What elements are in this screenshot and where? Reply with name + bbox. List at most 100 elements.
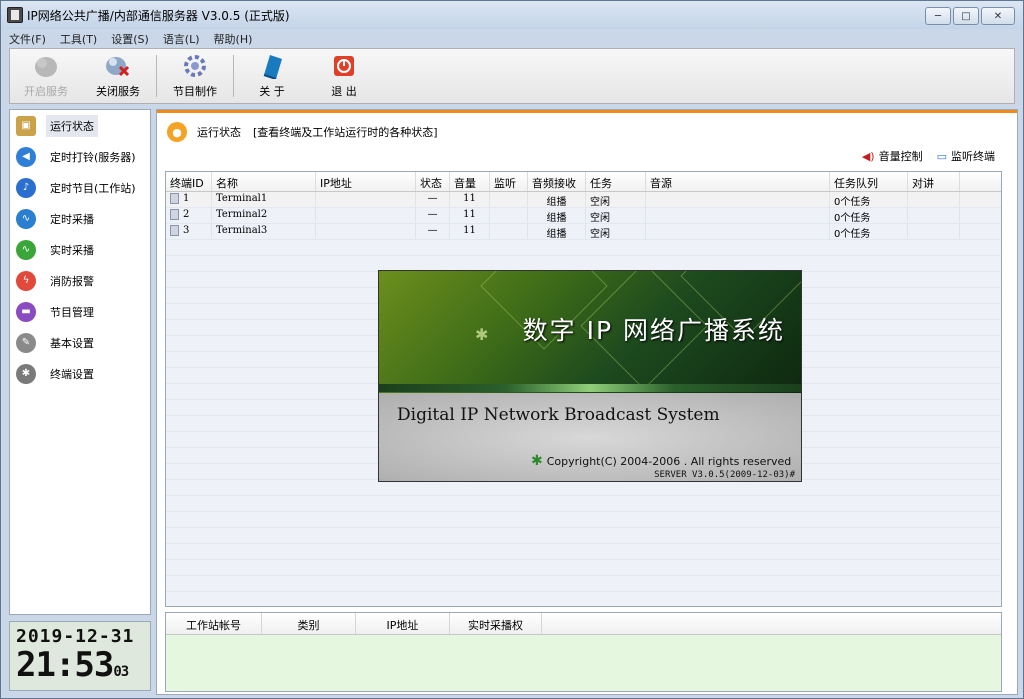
- menu-bar: 文件(F) 工具(T) 设置(S) 语言(L) 帮助(H): [9, 31, 1017, 47]
- col-workstation-account[interactable]: 工作站帐号: [166, 613, 262, 634]
- cell-ip: [316, 208, 416, 223]
- nav-label: 定时打铃(服务器): [50, 150, 136, 164]
- about-button[interactable]: 关 于: [236, 49, 308, 103]
- panel-header: ● 运行状态 [查看终端及工作站运行时的各种状态]: [167, 122, 438, 142]
- table-row[interactable]: 1 Terminal1 — 11 组播 空闲 0个任务: [166, 192, 1001, 208]
- program-production-button[interactable]: 节目制作: [159, 49, 231, 103]
- col-status[interactable]: 状态: [416, 172, 450, 191]
- empty-row: [166, 576, 1001, 592]
- col-category[interactable]: 类别: [262, 613, 356, 634]
- empty-row: [166, 240, 1001, 256]
- cell-intercom: [908, 192, 960, 207]
- folder-icon: ▬: [16, 301, 36, 322]
- col-live-capture-right[interactable]: 实时采播权: [450, 613, 542, 634]
- nav-label: 消防报警: [50, 274, 94, 288]
- chat-bubble-icon: ▭: [936, 149, 947, 163]
- nav-item-terminal-settings[interactable]: ✱ 终端设置: [10, 358, 150, 389]
- menu-file[interactable]: 文件(F): [9, 31, 46, 47]
- terminal-icon: [170, 225, 179, 236]
- accent-bar: [157, 110, 1017, 113]
- monitor-icon: ▣: [16, 115, 36, 136]
- stop-service-icon: [104, 53, 132, 79]
- empty-row: [166, 512, 1001, 528]
- nav-item-program-management[interactable]: ▬ 节目管理: [10, 296, 150, 327]
- cell-volume: 11: [450, 192, 490, 207]
- app-window: IP网络公共广播/内部通信服务器 V3.0.5 (正式版) ─ □ ✕ 文件(F…: [0, 0, 1024, 699]
- nav-item-live-capture[interactable]: ∿ 实时采播: [10, 234, 150, 265]
- program-production-label: 节目制作: [173, 85, 217, 98]
- nav-item-timed-capture[interactable]: ∿ 定时采播: [10, 203, 150, 234]
- toolbar-separator: [233, 55, 234, 97]
- cell-audio: 组播: [528, 192, 586, 208]
- cell-task: 空闲: [586, 192, 646, 208]
- close-button[interactable]: ✕: [981, 7, 1015, 25]
- table-row[interactable]: 3 Terminal3 — 11 组播 空闲 0个任务: [166, 224, 1001, 240]
- start-service-icon: [32, 53, 60, 79]
- col-ip-address[interactable]: IP地址: [356, 613, 450, 634]
- col-audio-receive[interactable]: 音频接收: [528, 172, 586, 191]
- leaf-icon: ✱: [531, 453, 543, 469]
- nav-label: 实时采播: [50, 243, 94, 257]
- splash-circuit-icon: ✱: [475, 325, 489, 344]
- col-task[interactable]: 任务: [586, 172, 646, 191]
- cell-id: 2: [166, 208, 212, 223]
- menu-settings[interactable]: 设置(S): [111, 31, 149, 47]
- clock-time: 21:53: [16, 645, 114, 685]
- col-listen[interactable]: 监听: [490, 172, 528, 191]
- monitor-terminal-button[interactable]: ▭ 监听终端: [937, 148, 995, 164]
- cell-name: Terminal3: [212, 224, 316, 239]
- col-task-queue[interactable]: 任务队列: [830, 172, 908, 191]
- cell-id-text: 3: [183, 225, 190, 236]
- cell-task: 空闲: [586, 224, 646, 240]
- asterisk-icon: ✱: [16, 363, 36, 384]
- table-row[interactable]: 2 Terminal2 — 11 组播 空闲 0个任务: [166, 208, 1001, 224]
- window-title: IP网络公共广播/内部通信服务器 V3.0.5 (正式版): [27, 8, 290, 23]
- col-ip[interactable]: IP地址: [316, 172, 416, 191]
- col-terminal-id[interactable]: 终端ID: [166, 172, 212, 191]
- stop-service-button[interactable]: 关闭服务: [82, 49, 154, 103]
- col-volume[interactable]: 音量: [450, 172, 490, 191]
- nav-item-basic-settings[interactable]: ✎ 基本设置: [10, 327, 150, 358]
- close-icon: ✕: [993, 10, 1003, 22]
- clock-date: 2019-12-31: [16, 626, 135, 647]
- table-header: 终端ID 名称 IP地址 状态 音量 监听 音频接收 任务 音源 任务队列 对讲: [166, 172, 1001, 192]
- nav-item-fire-alarm[interactable]: ϟ 消防报警: [10, 265, 150, 296]
- nav-item-timed-program[interactable]: ♪ 定时节目(工作站): [10, 172, 150, 203]
- wrench-icon: ✎: [16, 332, 36, 353]
- cell-source: [646, 192, 830, 207]
- cell-listen: [490, 224, 528, 239]
- nav-item-run-status[interactable]: ▣ 运行状态: [10, 110, 150, 141]
- volume-control-button[interactable]: ◀) 音量控制: [862, 148, 923, 164]
- col-name[interactable]: 名称: [212, 172, 316, 191]
- cell-task: 空闲: [586, 208, 646, 224]
- terminal-icon: [170, 193, 179, 204]
- cell-status: —: [416, 192, 450, 207]
- cell-audio: 组播: [528, 224, 586, 240]
- waveform-icon: ∿: [16, 208, 36, 229]
- menu-tools[interactable]: 工具(T): [60, 31, 97, 47]
- cell-ip: [316, 192, 416, 207]
- nav-label: 定时采播: [50, 212, 94, 226]
- splash-version: SERVER V3.0.5(2009-12-03)#: [654, 470, 795, 480]
- nav-item-timed-bell[interactable]: ◀ 定时打铃(服务器): [10, 141, 150, 172]
- cell-status: —: [416, 224, 450, 239]
- col-intercom[interactable]: 对讲: [908, 172, 960, 191]
- col-source[interactable]: 音源: [646, 172, 830, 191]
- cell-ip: [316, 224, 416, 239]
- terminal-icon: [170, 209, 179, 220]
- splash-copyright-row: ✱ Copyright(C) 2004-2006 . All rights re…: [531, 453, 791, 469]
- maximize-button[interactable]: □: [953, 7, 979, 25]
- clock-seconds: 03: [113, 664, 129, 680]
- nav-label: 节目管理: [50, 305, 94, 319]
- minimize-button[interactable]: ─: [925, 7, 951, 25]
- cell-volume: 11: [450, 208, 490, 223]
- start-service-button[interactable]: 开启服务: [10, 49, 82, 103]
- exit-button[interactable]: 退 出: [308, 49, 380, 103]
- empty-row: [166, 496, 1001, 512]
- start-service-label: 开启服务: [24, 85, 68, 98]
- menu-language[interactable]: 语言(L): [163, 31, 200, 47]
- cell-queue: 0个任务: [830, 192, 908, 208]
- menu-help[interactable]: 帮助(H): [214, 31, 253, 47]
- nav-label: 定时节目(工作站): [50, 181, 136, 195]
- monitor-terminal-label: 监听终端: [951, 150, 995, 163]
